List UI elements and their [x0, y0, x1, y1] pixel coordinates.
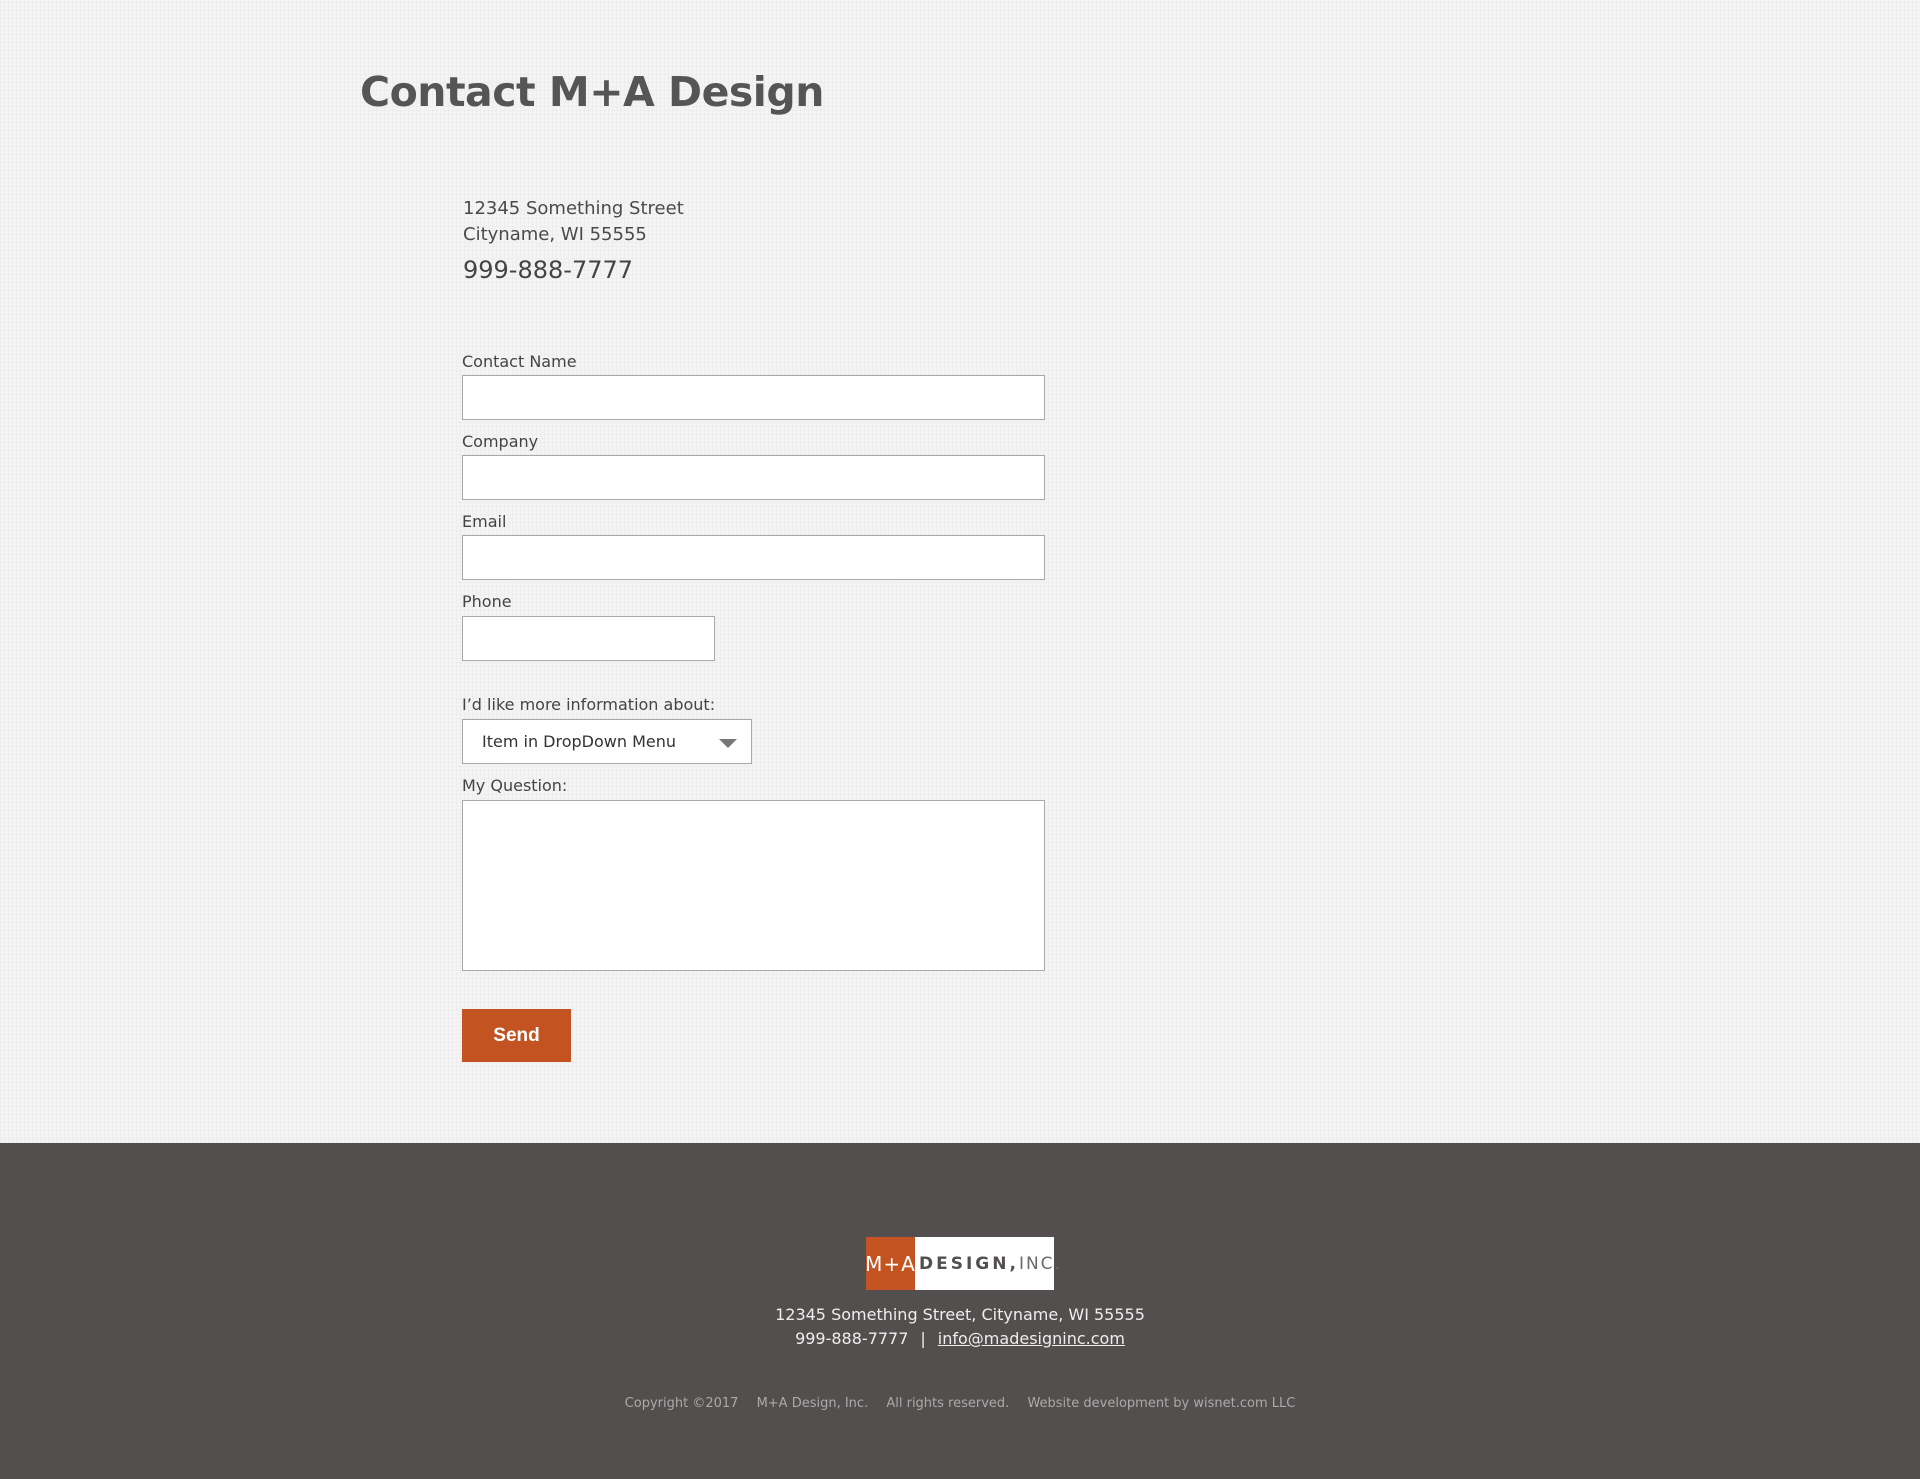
page-title: Contact M+A Design — [360, 68, 824, 116]
email-label: Email — [462, 512, 507, 531]
contact-name-input[interactable] — [462, 375, 1045, 420]
footer-contact: 999-888-7777 | info@madesigninc.com — [0, 1329, 1920, 1348]
logo-mark: M+A — [865, 1237, 915, 1290]
send-button[interactable]: Send — [462, 1009, 571, 1062]
footer-legal: Copyright ©2017 M+A Design, Inc. All rig… — [0, 1396, 1920, 1411]
logo-word: DESIGN, — [919, 1253, 1019, 1274]
site-footer: M+A DESIGN, INC. 12345 Something Street, … — [0, 1143, 1920, 1479]
footer-email-link[interactable]: info@madesigninc.com — [938, 1329, 1125, 1348]
chevron-down-icon — [719, 739, 737, 748]
question-label: My Question: — [462, 776, 568, 795]
logo-wordmark: DESIGN, INC. — [915, 1237, 1062, 1290]
phone-label: Phone — [462, 592, 512, 611]
contact-address: 12345 Something Street Cityname, WI 5555… — [463, 196, 684, 248]
company-logo[interactable]: M+A DESIGN, INC. — [865, 1237, 1060, 1290]
contact-phone: 999-888-7777 — [463, 256, 634, 284]
footer-phone: 999-888-7777 — [795, 1329, 909, 1348]
company-label: Company — [462, 432, 539, 451]
company-name: M+A Design, Inc. — [756, 1396, 869, 1411]
city-address: Cityname, WI 55555 — [463, 224, 647, 245]
main-content: Contact M+A Design 12345 Something Stree… — [0, 0, 1920, 1143]
dropdown-selected-value: Item in DropDown Menu — [482, 732, 677, 751]
logo-suffix: INC. — [1018, 1253, 1062, 1274]
copyright-text: Copyright ©2017 — [624, 1396, 739, 1411]
question-textarea[interactable] — [462, 800, 1045, 971]
contact-name-label: Contact Name — [462, 352, 577, 371]
company-input[interactable] — [462, 455, 1045, 500]
phone-input[interactable] — [462, 616, 715, 661]
footer-separator: | — [920, 1329, 926, 1348]
info-dropdown[interactable]: Item in DropDown Menu — [462, 719, 752, 764]
rights-text: All rights reserved. — [886, 1396, 1010, 1411]
street-address: 12345 Something Street — [463, 198, 684, 219]
email-input[interactable] — [462, 535, 1045, 580]
footer-address: 12345 Something Street, Cityname, WI 555… — [775, 1305, 1145, 1324]
info-select-label: I’d like more information about: — [462, 695, 716, 714]
dev-credit-link[interactable]: Website development by wisnet.com LLC — [1027, 1396, 1295, 1411]
